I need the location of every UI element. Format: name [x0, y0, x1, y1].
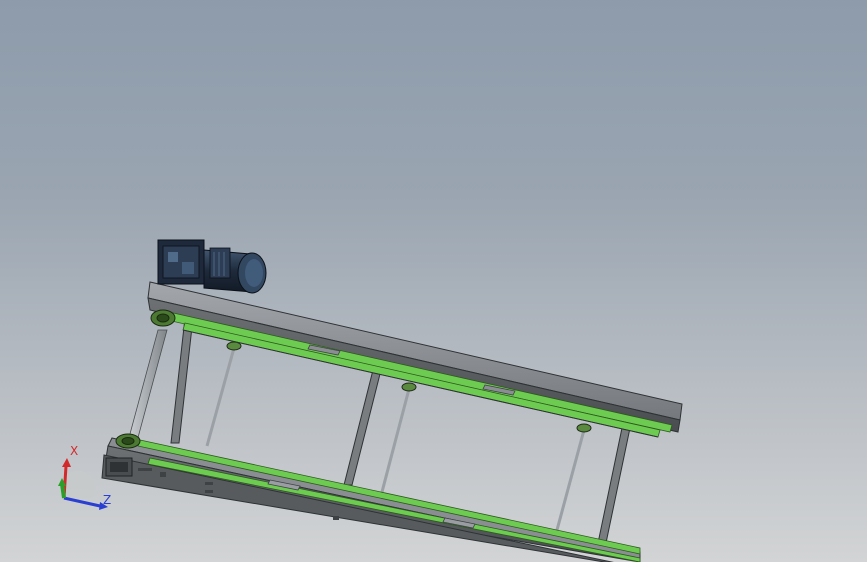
x-axis-label: X [70, 444, 78, 458]
drive-shaft [126, 329, 168, 446]
upper-rail [147, 281, 683, 438]
z-axis-arrow [63, 496, 101, 508]
axis-triad: X Z [58, 444, 111, 510]
z-axis-label: Z [103, 493, 111, 507]
drive-motor [157, 239, 267, 294]
lower-rail [101, 437, 641, 562]
conveyor-model[interactable] [0, 0, 867, 562]
y-axis-arrow [60, 483, 66, 499]
3d-viewport[interactable]: X Z [0, 0, 867, 562]
